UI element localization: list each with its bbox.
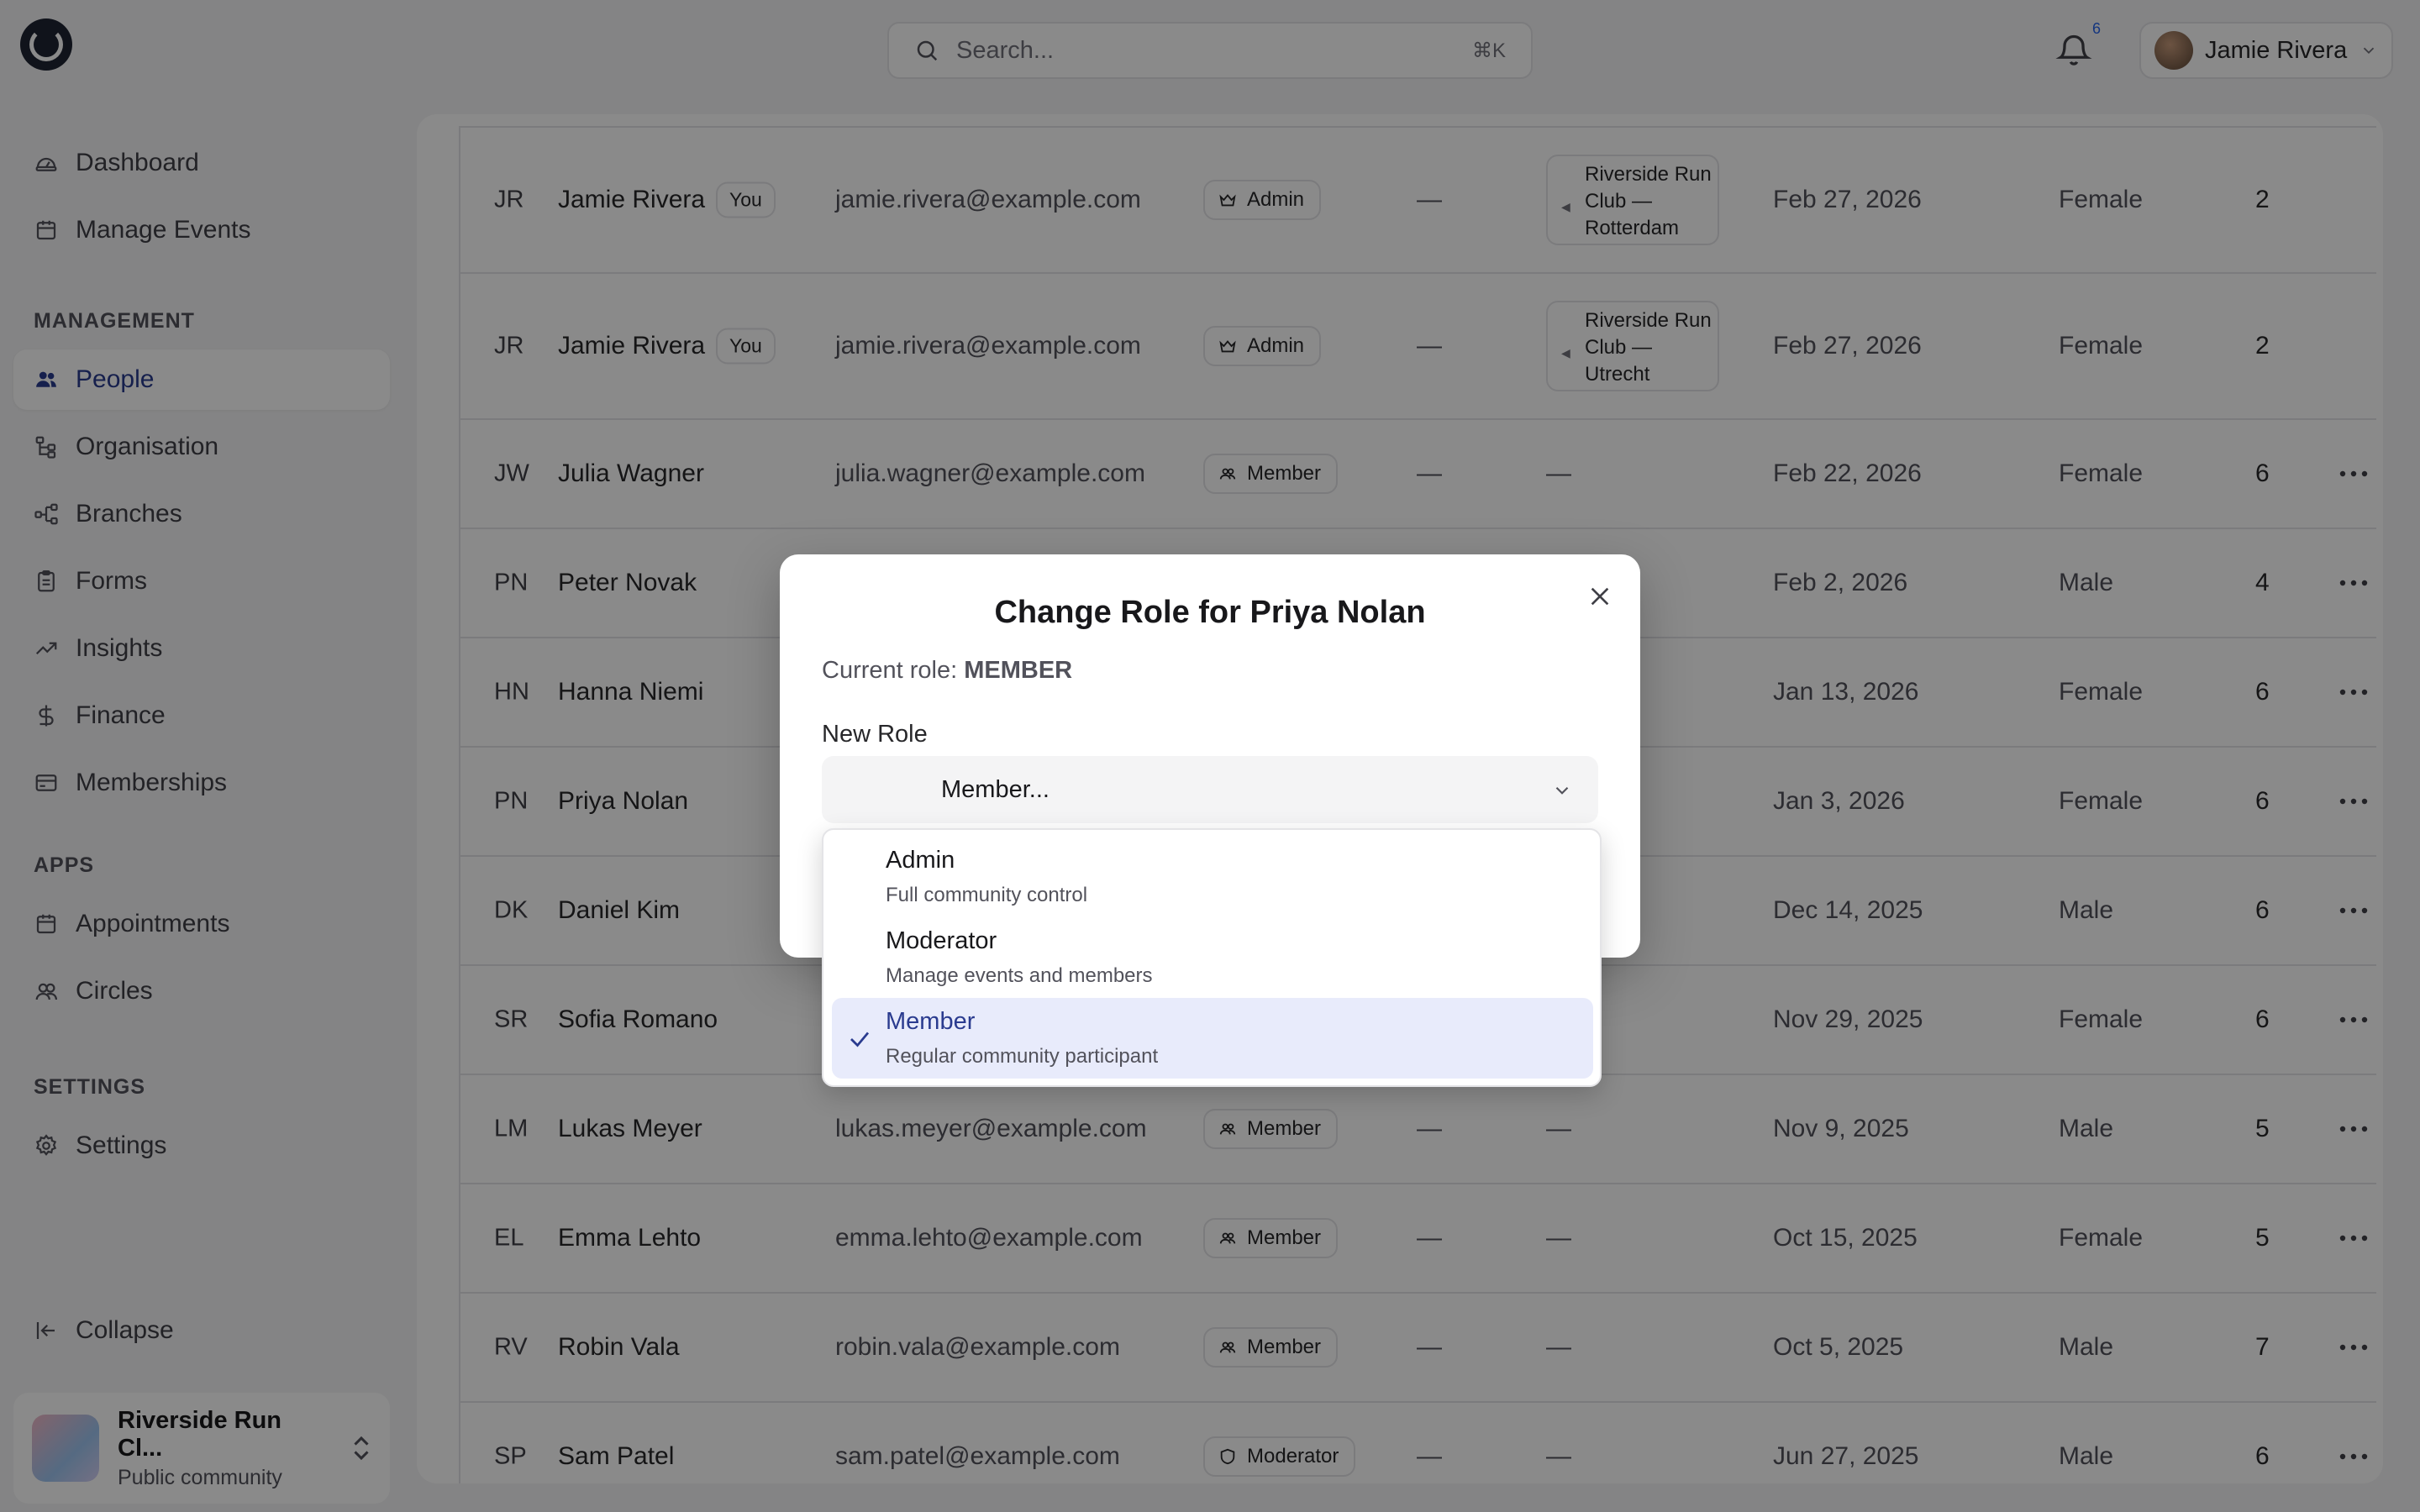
role-option-member[interactable]: Member Regular community participant	[832, 998, 1593, 1079]
current-role-text: Current role: MEMBER	[822, 657, 1072, 685]
close-icon[interactable]	[1586, 583, 1613, 610]
role-option-admin[interactable]: Admin Full community control	[832, 837, 1593, 917]
role-option-moderator[interactable]: Moderator Manage events and members	[832, 917, 1593, 998]
option-description: Full community control	[886, 884, 1088, 906]
dialog-title: Change Role for Priya Nolan	[994, 595, 1426, 630]
option-label: Member	[886, 1008, 976, 1035]
option-label: Admin	[886, 847, 955, 874]
chevron-down-icon	[1555, 786, 1569, 795]
new-role-label: New Role	[822, 721, 928, 748]
role-options-list: Admin Full community control Moderator M…	[822, 828, 1602, 1087]
option-label: Moderator	[886, 927, 997, 954]
current-role-value: MEMBER	[964, 657, 1073, 684]
role-select[interactable]: Member...	[822, 756, 1598, 823]
current-role-prefix: Current role:	[822, 657, 965, 684]
check-icon	[850, 1032, 870, 1047]
option-description: Manage events and members	[886, 964, 1153, 987]
option-description: Regular community participant	[886, 1045, 1159, 1068]
role-select-value: Member...	[941, 775, 1050, 803]
